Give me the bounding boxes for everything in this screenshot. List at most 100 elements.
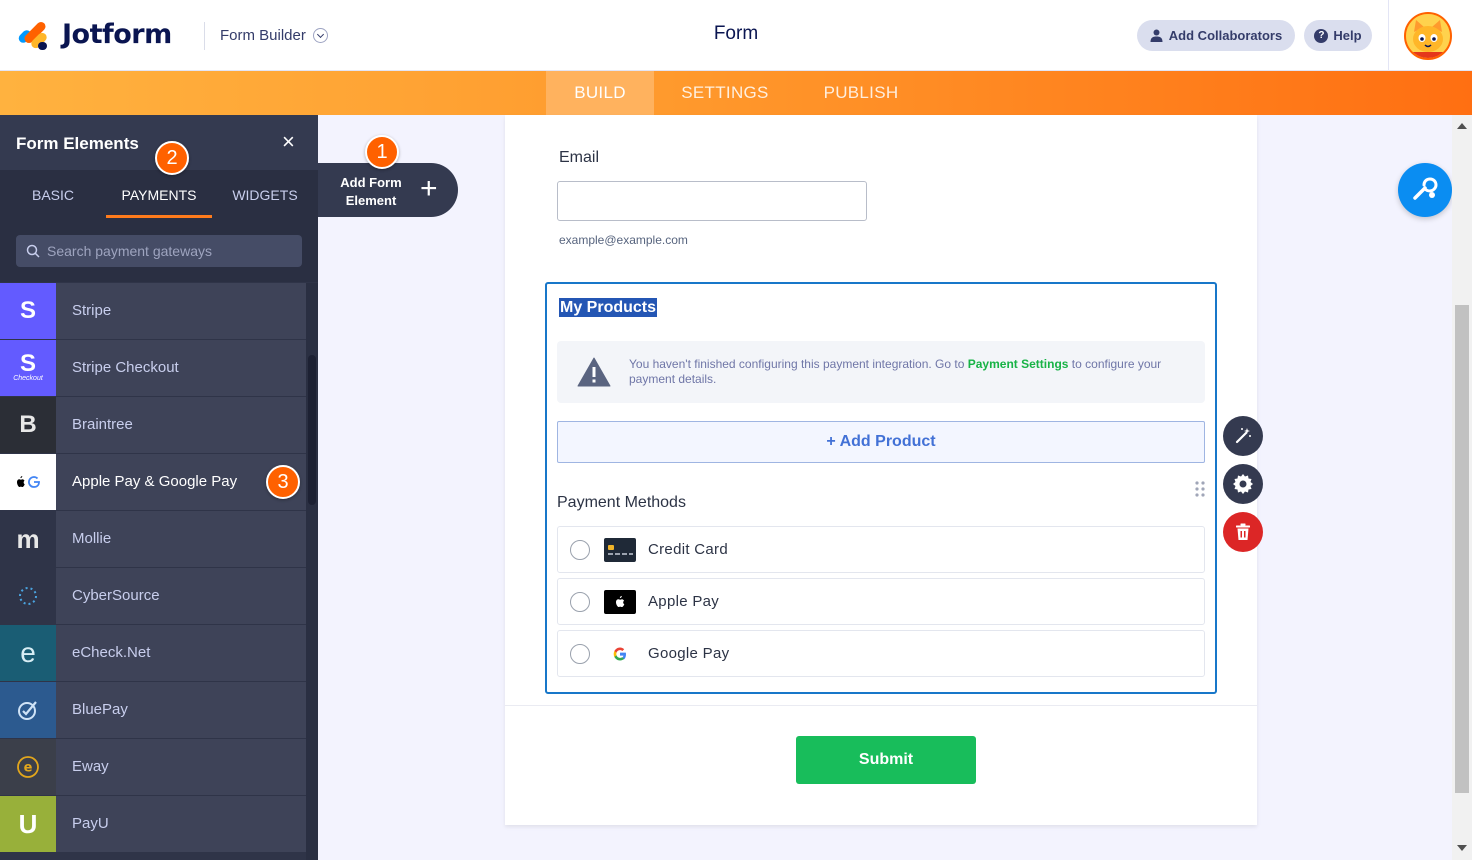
header-divider-right [1388,0,1389,71]
gear-icon [1233,474,1253,494]
add-product-button[interactable]: + Add Product [557,421,1205,463]
gateway-label: Stripe [72,302,112,319]
search-area [0,218,318,282]
svg-text:e: e [24,761,33,776]
gateway-label: Braintree [72,416,133,433]
gateway-label: Stripe Checkout [72,359,179,376]
field-wizard-button[interactable] [1223,416,1263,456]
apple-google-icon [0,454,56,510]
panel-scrollbar-thumb[interactable] [308,355,316,505]
gateway-item-stripe-checkout[interactable]: S Checkout Stripe Checkout [0,340,306,397]
search-box[interactable] [16,235,302,267]
search-icon [26,244,40,258]
page-scrollbar[interactable] [1452,115,1472,860]
delete-field-button[interactable] [1223,512,1263,552]
help-button[interactable]: ? Help [1304,20,1372,51]
form-builder-menu[interactable]: Form Builder [220,27,328,44]
form-designer-button[interactable] [1398,163,1452,217]
field-settings-button[interactable] [1223,464,1263,504]
form-title[interactable]: Form [690,23,782,45]
tab-basic[interactable]: BASIC [0,170,106,218]
gateway-item-bluepay[interactable]: BluePay [0,682,306,739]
products-field[interactable]: My Products You haven't finished configu… [545,282,1217,694]
mollie-icon: m [0,511,56,567]
gateway-label: BluePay [72,701,128,718]
tab-settings[interactable]: SETTINGS [654,71,796,115]
form-divider [505,705,1257,706]
plus-icon: + [420,172,438,205]
google-icon [613,647,626,661]
gateway-item-eway[interactable]: e Eway [0,739,306,796]
tab-publish[interactable]: PUBLISH [796,71,926,115]
scroll-down-arrow-icon[interactable] [1457,845,1467,851]
submit-button[interactable]: Submit [796,736,976,784]
jotform-logo[interactable]: Jotform [16,18,172,51]
add-collaborators-button[interactable]: Add Collaborators [1137,20,1295,51]
gateway-item-apple-google-pay[interactable]: Apple Pay & Google Pay [0,454,306,511]
gateway-label: Apple Pay & Google Pay [72,473,238,490]
step-badge-3: 3 [266,465,300,499]
trash-icon [1236,523,1250,540]
gateway-item-braintree[interactable]: B Braintree [0,397,306,454]
products-title[interactable]: My Products [559,298,658,317]
echeck-icon: e [0,625,56,681]
payment-option-google-pay[interactable]: Google Pay [557,630,1205,677]
gateway-item-echeck[interactable]: e eCheck.Net [0,625,306,682]
radio-credit-card[interactable] [570,540,590,560]
app-header: Jotform Form Builder Form Add Collaborat… [0,0,1472,71]
form-builder-label: Form Builder [220,27,306,44]
avatar-face-icon [1406,14,1450,58]
add-form-element-label: Add Form Element [340,175,402,208]
payment-settings-link[interactable]: Payment Settings [968,357,1069,371]
payment-option-label: Google Pay [648,645,730,662]
gateway-item-payu[interactable]: U PayU [0,796,306,853]
radio-apple-pay[interactable] [570,592,590,612]
stripe-icon: S [0,283,56,339]
help-label: Help [1333,28,1362,43]
close-icon[interactable]: × [282,131,295,153]
search-input[interactable] [47,243,287,259]
gateway-label: eCheck.Net [72,644,151,661]
tab-widgets[interactable]: WIDGETS [212,170,318,218]
scroll-up-arrow-icon[interactable] [1457,123,1467,129]
email-field[interactable] [557,181,867,221]
gateway-item-mollie[interactable]: m Mollie [0,511,306,568]
gateway-item-stripe[interactable]: S Stripe [0,283,306,340]
gateway-label: Mollie [72,530,112,547]
email-label: Email [559,149,600,166]
question-icon: ? [1314,28,1329,43]
tab-build[interactable]: BUILD [546,71,654,115]
avatar[interactable] [1404,12,1452,60]
warning-icon [577,357,611,387]
payment-warning: You haven't finished configuring this pa… [557,341,1205,403]
cybersource-icon [0,568,56,624]
step-badge-1: 1 [365,135,399,169]
panel-title: Form Elements [16,134,139,153]
gateway-label: CyberSource [72,587,160,604]
jotform-logo-icon [16,18,50,51]
paint-roller-icon [1413,177,1438,200]
payu-icon: U [0,796,56,852]
builder-tabs: BUILD SETTINGS PUBLISH [0,71,1472,115]
payment-option-apple-pay[interactable]: Apple Pay [557,578,1205,625]
panel-scrollbar[interactable] [306,283,318,860]
page-scrollbar-thumb[interactable] [1455,305,1469,793]
payment-option-label: Apple Pay [648,593,720,610]
magic-wand-icon [1235,428,1251,444]
radio-google-pay[interactable] [570,644,590,664]
gateway-item-cybersource[interactable]: CyberSource [0,568,306,625]
payment-option-credit-card[interactable]: Credit Card [557,526,1205,573]
tab-payments[interactable]: PAYMENTS [106,170,212,218]
gateway-label: PayU [72,815,109,832]
apple-icon [604,590,636,614]
drag-handle-icon[interactable] [1194,480,1206,498]
add-form-element-button[interactable]: Add Form Element + [318,163,458,217]
form-canvas: Email example@example.com My Products Yo… [505,115,1257,825]
header-divider [204,22,205,50]
warning-text: You haven't finished configuring this pa… [629,357,1162,386]
payment-option-label: Credit Card [648,541,728,558]
panel-tabs: BASIC PAYMENTS WIDGETS [0,170,318,218]
gateway-list: S Stripe S Checkout Stripe Checkout B Bra… [0,283,306,853]
email-sublabel: example@example.com [559,233,688,247]
user-icon [1150,29,1163,42]
